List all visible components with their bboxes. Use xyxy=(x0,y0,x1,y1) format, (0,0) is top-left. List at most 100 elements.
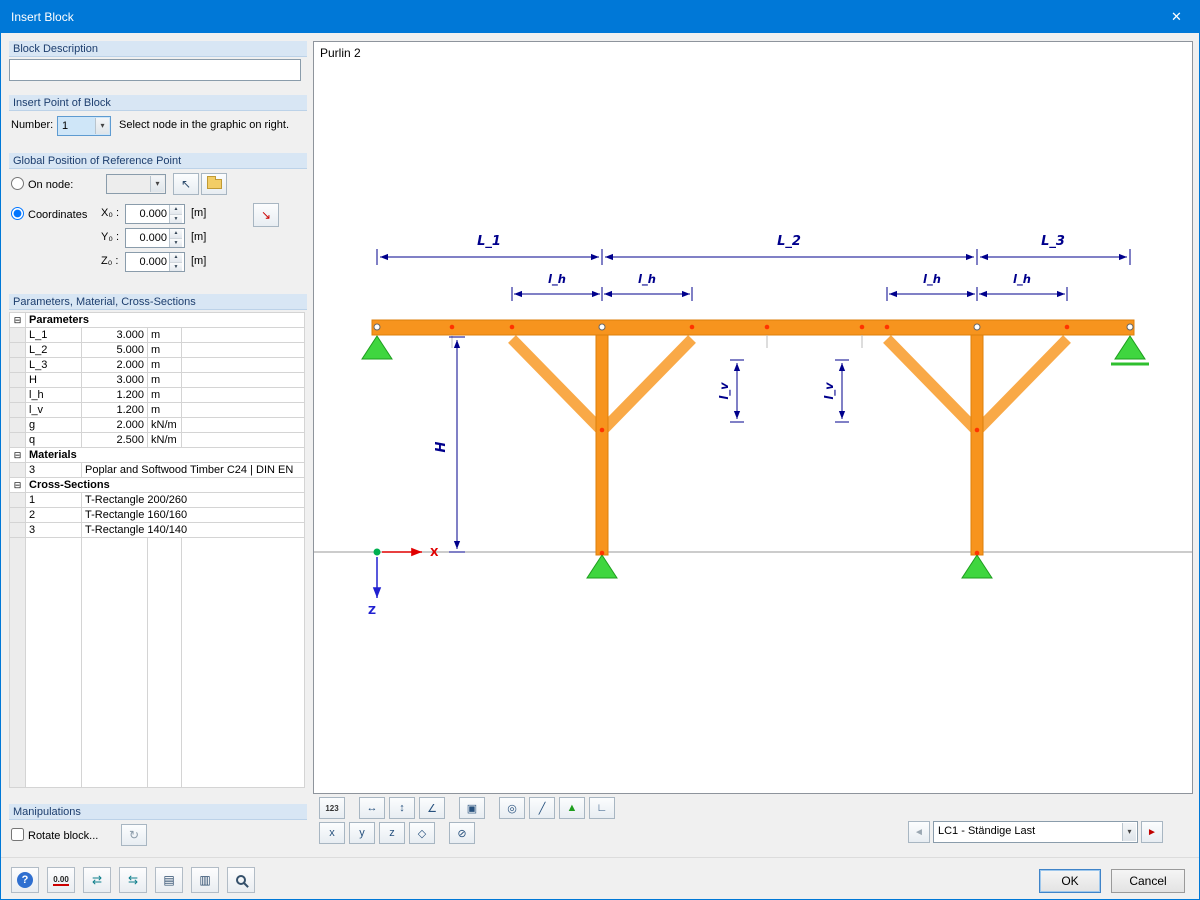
help-button[interactable]: ? xyxy=(11,867,39,893)
chevron-down-icon[interactable]: ▾ xyxy=(1122,823,1136,841)
isometric-view-icon[interactable]: ◇ xyxy=(409,822,435,844)
rotate-block-label: Rotate block... xyxy=(28,830,99,842)
show-supports-icon[interactable]: ▲ xyxy=(559,797,585,819)
chevron-down-icon[interactable]: ▾ xyxy=(95,118,109,134)
rotate-block-checkbox[interactable] xyxy=(11,828,24,841)
param-unit: m xyxy=(147,372,182,388)
zoom-reset-icon[interactable]: ⊘ xyxy=(449,822,475,844)
previous-load-case-button[interactable]: ◄ xyxy=(908,821,930,843)
spin-up-icon[interactable]: ▲ xyxy=(170,229,182,239)
pick-coordinates-icon: ↘ xyxy=(260,208,272,222)
insert-node-number-select[interactable]: 1 ▾ xyxy=(57,116,111,136)
import-parameters-button[interactable]: ⇆ xyxy=(119,867,147,893)
structure-drawing[interactable]: L_1 L_2 L_3 l_h l_h l_h l_h H l_v l_v X … xyxy=(314,42,1192,793)
spin-up-icon[interactable]: ▲ xyxy=(170,205,182,215)
chevron-down-icon: ▾ xyxy=(150,176,164,192)
dimensions-vertical-icon[interactable]: ↕ xyxy=(389,797,415,819)
footer-toolbar: ? 0.00 ⇄ ⇆ ▤ ▥ xyxy=(11,867,255,893)
param-key: H xyxy=(25,372,82,388)
pick-coordinates-button[interactable]: ↘ xyxy=(253,203,279,227)
dimensions-horizontal-icon[interactable]: ↔ xyxy=(359,797,385,819)
coordinates-radio-row[interactable]: Coordinates xyxy=(11,207,87,221)
y0-stepper[interactable]: ▲▼ xyxy=(125,228,185,248)
y0-input[interactable] xyxy=(126,229,169,247)
table-empty-area xyxy=(9,537,305,788)
pick-node-button[interactable]: ↖ xyxy=(173,173,199,195)
next-load-case-button[interactable]: ► xyxy=(1141,821,1163,843)
dim-label-L3: L_3 xyxy=(1041,234,1065,249)
copy-button[interactable]: ▤ xyxy=(155,867,183,893)
rotate-icon: ↻ xyxy=(128,828,140,842)
decimal-places-button[interactable]: 0.00 xyxy=(47,867,75,893)
column-member[interactable] xyxy=(595,334,609,556)
block-library-button[interactable] xyxy=(201,173,227,195)
section-value[interactable]: T-Rectangle 200/260 xyxy=(81,492,305,508)
brace-members[interactable] xyxy=(508,335,1071,434)
param-value[interactable]: 2.500 xyxy=(81,432,148,448)
param-unit: m xyxy=(147,402,182,418)
origin-dot xyxy=(373,548,381,556)
group-row-materials: ⊟ Materials xyxy=(9,447,305,463)
param-value[interactable]: 2.000 xyxy=(81,357,148,373)
on-node-radio[interactable] xyxy=(11,177,24,190)
view-in-y-icon[interactable]: y xyxy=(349,822,375,844)
dimensions-angle-icon[interactable]: ∠ xyxy=(419,797,445,819)
material-value[interactable]: Poplar and Softwood Timber C24 | DIN EN xyxy=(81,462,305,478)
dim-label-lv: l_v xyxy=(717,382,732,400)
view-in-z-icon[interactable]: z xyxy=(379,822,405,844)
view-in-x-icon[interactable]: x xyxy=(319,822,345,844)
z0-stepper[interactable]: ▲▼ xyxy=(125,252,185,272)
magnifier-icon xyxy=(236,875,246,885)
param-key: L_1 xyxy=(25,327,82,343)
on-node-radio-row[interactable]: On node: xyxy=(11,177,73,191)
paste-button[interactable]: ▥ xyxy=(191,867,219,893)
param-unit: kN/m xyxy=(147,432,182,448)
param-value[interactable]: 3.000 xyxy=(81,327,148,343)
coordinates-radio[interactable] xyxy=(11,207,24,220)
visibility-icon[interactable]: ◎ xyxy=(499,797,525,819)
graphic-canvas[interactable]: Purlin 2 L_1 L_2 L_3 l_h l_h l_h l_h H l… xyxy=(313,41,1193,794)
collapse-icon[interactable]: ⊟ xyxy=(9,477,26,493)
load-case-select[interactable]: LC1 - Ständige Last ▾ xyxy=(933,821,1138,843)
export-parameters-button[interactable]: ⇄ xyxy=(83,867,111,893)
ok-button[interactable]: OK xyxy=(1039,869,1101,893)
z0-input[interactable] xyxy=(126,253,169,271)
param-key: L_2 xyxy=(25,342,82,358)
spin-down-icon[interactable]: ▼ xyxy=(170,214,182,223)
x0-stepper[interactable]: ▲▼ xyxy=(125,204,185,224)
rotate-settings-button[interactable]: ↻ xyxy=(121,824,147,846)
dialog-title: Insert Block xyxy=(11,10,74,24)
section-line-icon[interactable]: ╱ xyxy=(529,797,555,819)
numbering-icon[interactable]: 123 xyxy=(319,797,345,819)
param-value[interactable]: 3.000 xyxy=(81,372,148,388)
spin-down-icon[interactable]: ▼ xyxy=(170,238,182,247)
x0-input[interactable] xyxy=(126,205,169,223)
param-value[interactable]: 1.200 xyxy=(81,387,148,403)
insert-node-number-value: 1 xyxy=(62,120,69,132)
rotate-block-row[interactable]: Rotate block... xyxy=(11,828,98,842)
cancel-button[interactable]: Cancel xyxy=(1111,869,1185,893)
param-key: L_3 xyxy=(25,357,82,373)
render-mode-icon[interactable]: ▣ xyxy=(459,797,485,819)
beam-member[interactable] xyxy=(371,319,1135,336)
param-value[interactable]: 5.000 xyxy=(81,342,148,358)
collapse-icon[interactable]: ⊟ xyxy=(9,312,26,328)
param-key: l_v xyxy=(25,402,82,418)
param-key: q xyxy=(25,432,82,448)
preview-button[interactable] xyxy=(227,867,255,893)
local-axes-icon[interactable]: ∟ xyxy=(589,797,615,819)
param-value[interactable]: 2.000 xyxy=(81,417,148,433)
spin-down-icon[interactable]: ▼ xyxy=(170,262,182,271)
block-caption: Purlin 2 xyxy=(320,46,361,60)
collapse-icon[interactable]: ⊟ xyxy=(9,447,26,463)
column-member[interactable] xyxy=(970,334,984,556)
param-value[interactable]: 1.200 xyxy=(81,402,148,418)
display-toolbar: 123 ↔ ↕ ∠ ▣ ◎ ╱ ▲ ∟ xyxy=(319,797,615,819)
spin-up-icon[interactable]: ▲ xyxy=(170,253,182,263)
section-value[interactable]: T-Rectangle 160/160 xyxy=(81,507,305,523)
table-row: 2 T-Rectangle 160/160 xyxy=(9,507,305,523)
import-icon: ⇆ xyxy=(127,873,139,887)
block-description-input[interactable] xyxy=(9,59,301,81)
section-value[interactable]: T-Rectangle 140/140 xyxy=(81,522,305,538)
close-icon[interactable]: ✕ xyxy=(1154,1,1199,33)
